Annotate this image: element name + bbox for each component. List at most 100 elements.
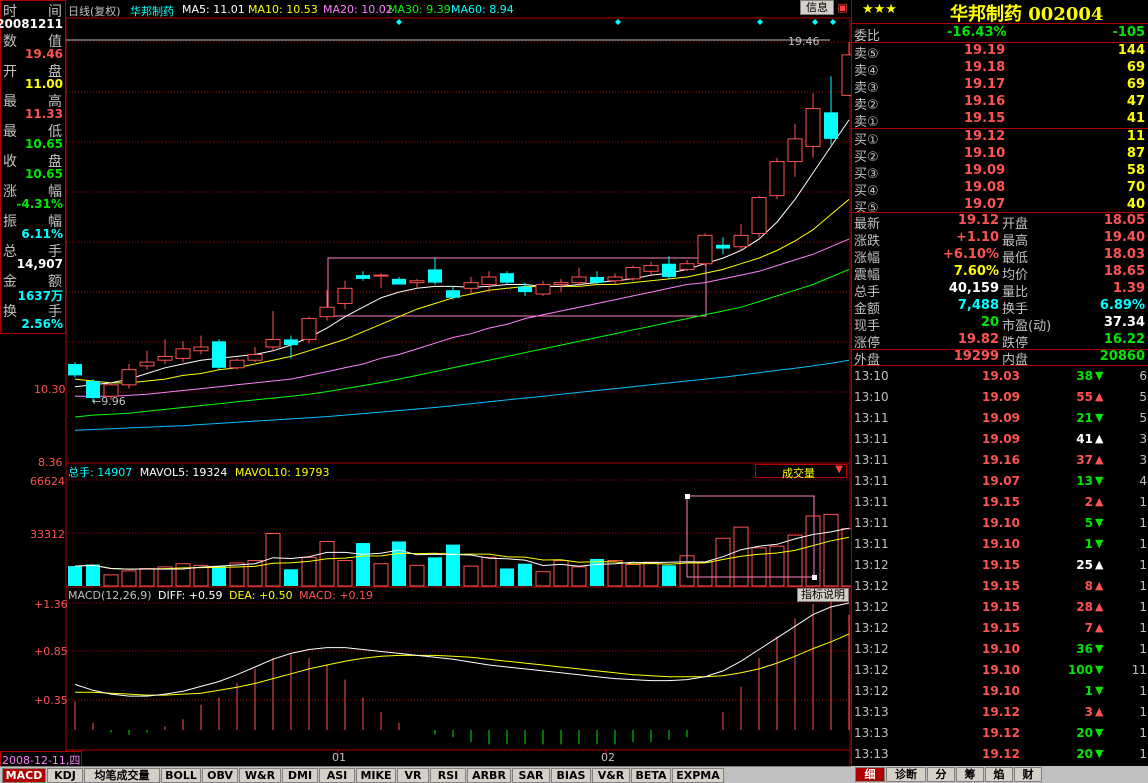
- stat-value: 7.60%: [953, 264, 999, 279]
- ask-row: 卖④ 19.18 69: [852, 60, 1148, 79]
- ask-volume: 144: [1117, 43, 1145, 58]
- indicator-tab[interactable]: MIKE: [356, 768, 396, 783]
- candle-body-down: [824, 112, 838, 139]
- indicator-tab[interactable]: 均笔成交量: [84, 768, 160, 783]
- bid-price: 19.10: [964, 146, 1006, 161]
- tick-volume: 36: [1076, 642, 1093, 656]
- tick-row: 13:12 19.10 100 ▼ 11: [852, 661, 1148, 682]
- arrow-up-icon: ▲: [1095, 453, 1104, 466]
- indicator-tab[interactable]: RSI: [430, 768, 466, 783]
- candle-body-up: [463, 282, 479, 289]
- arrow-up-icon: ▲: [1095, 432, 1104, 445]
- tick-row: 13:11 19.15 2 ▲ 1: [852, 493, 1148, 514]
- weibi-row: 委比 -16.43% -105: [852, 25, 1148, 44]
- volume-bar-down: [212, 566, 226, 586]
- tick-volume: 21: [1076, 411, 1093, 425]
- tick-price: 19.10: [982, 537, 1020, 551]
- tick-price: 19.16: [982, 453, 1020, 467]
- tick-volume: 3: [1084, 705, 1093, 719]
- event-marker-icon: [757, 19, 763, 25]
- stat-value: 20: [980, 315, 999, 330]
- bid-volume: 70: [1126, 180, 1145, 195]
- candle-body-up: [787, 138, 803, 163]
- arrow-up-icon: ▲: [1095, 390, 1104, 403]
- tick-price: 19.12: [982, 726, 1020, 740]
- candle-body-up: [409, 280, 425, 284]
- indicator-tab[interactable]: W&R: [239, 768, 281, 783]
- stat-value: 18.05: [1103, 213, 1145, 228]
- volume-bar-up: [643, 561, 659, 587]
- weibi-diff: -105: [1112, 25, 1145, 40]
- arrow-up-icon: ▲: [1095, 558, 1104, 571]
- indicator-tab[interactable]: V&R: [592, 768, 630, 783]
- macd-axis-label: +0.35: [34, 694, 68, 707]
- ask-volume: 69: [1126, 77, 1145, 92]
- tick-count: 1: [1139, 600, 1147, 614]
- arrow-down-icon: ▼: [1095, 747, 1104, 760]
- bid-volume: 58: [1126, 163, 1145, 178]
- right-panel-tab[interactable]: 财: [1014, 767, 1042, 782]
- indicator-help-button[interactable]: 指标说明: [797, 588, 849, 602]
- tick-time: 13:10: [854, 390, 889, 404]
- stat-value: 18.03: [1103, 247, 1145, 262]
- candle-body-down: [428, 269, 442, 283]
- right-panel-tab[interactable]: 分: [927, 767, 955, 782]
- right-panel-tab[interactable]: 焰: [985, 767, 1013, 782]
- indicator-tab[interactable]: ASI: [319, 768, 355, 783]
- indicator-tab[interactable]: SAR: [512, 768, 550, 783]
- volume-bar-down: [518, 563, 532, 586]
- tick-count: 1: [1139, 558, 1147, 572]
- indicator-dropdown[interactable]: 成交量 ▼: [755, 464, 847, 480]
- event-marker-icon: [830, 19, 836, 25]
- tick-count: 3: [1139, 432, 1147, 446]
- indicator-tab[interactable]: VR: [397, 768, 429, 783]
- volume-bar-up: [409, 564, 425, 587]
- candle-body-up: [121, 369, 137, 386]
- tick-price: 19.09: [982, 432, 1020, 446]
- event-marker-icon: [396, 19, 402, 25]
- tick-count: 1: [1139, 642, 1147, 656]
- macd-axis-label: +1.36: [34, 598, 68, 611]
- tick-volume: 1: [1084, 537, 1093, 551]
- candle-body-up: [553, 282, 569, 286]
- selection-handle: [812, 575, 817, 580]
- indicator-tab[interactable]: KDJ: [47, 768, 83, 783]
- indicator-tab[interactable]: OBV: [202, 768, 238, 783]
- candle-body-up: [805, 108, 821, 147]
- tick-row: 13:10 19.03 38 ▼ 6: [852, 367, 1148, 388]
- right-panel-tab[interactable]: 细: [855, 767, 885, 782]
- stock-chart[interactable]: 19.46 ←9.96: [0, 0, 851, 766]
- tick-row: 13:10 19.09 55 ▲ 5: [852, 388, 1148, 409]
- tick-count: 1: [1139, 621, 1147, 635]
- volume-bar-up: [463, 565, 479, 587]
- volume-bar-up: [139, 567, 155, 587]
- stat-row: 震幅 7.60% 均价 18.65: [852, 264, 1148, 283]
- right-panel-tab[interactable]: 筹: [956, 767, 984, 782]
- volume-bar-up: [823, 513, 839, 587]
- right-panel-tab[interactable]: 诊断: [886, 767, 926, 782]
- stat-value: 19.40: [1103, 230, 1145, 245]
- bid-price: 19.07: [964, 197, 1006, 212]
- tick-volume: 28: [1076, 600, 1093, 614]
- tick-volume: 55: [1076, 390, 1093, 404]
- candle-body-up: [193, 346, 209, 352]
- volume-bar-up: [571, 566, 587, 587]
- tick-time: 13:11: [854, 516, 889, 530]
- volume-bar-up: [697, 561, 713, 587]
- candle-body-up: [841, 54, 851, 96]
- tick-price: 19.15: [982, 558, 1020, 572]
- candle-body-up: [679, 263, 695, 270]
- divider: [852, 349, 1148, 350]
- indicator-tab[interactable]: BETA: [631, 768, 671, 783]
- indicator-tab[interactable]: MACD: [2, 768, 46, 783]
- tick-count: 1: [1139, 516, 1147, 530]
- candle-body-up: [643, 265, 659, 272]
- indicator-tab[interactable]: EXPMA: [672, 768, 724, 783]
- indicator-tab[interactable]: ARBR: [467, 768, 511, 783]
- indicator-tab[interactable]: BIAS: [551, 768, 591, 783]
- indicator-tab[interactable]: BOLL: [161, 768, 201, 783]
- indicator-tab[interactable]: DMI: [282, 768, 318, 783]
- macd-title: MACD(12,26,9): [68, 589, 152, 602]
- volume-bar-up: [337, 560, 353, 587]
- tick-row: 13:12 19.10 36 ▼ 1: [852, 640, 1148, 661]
